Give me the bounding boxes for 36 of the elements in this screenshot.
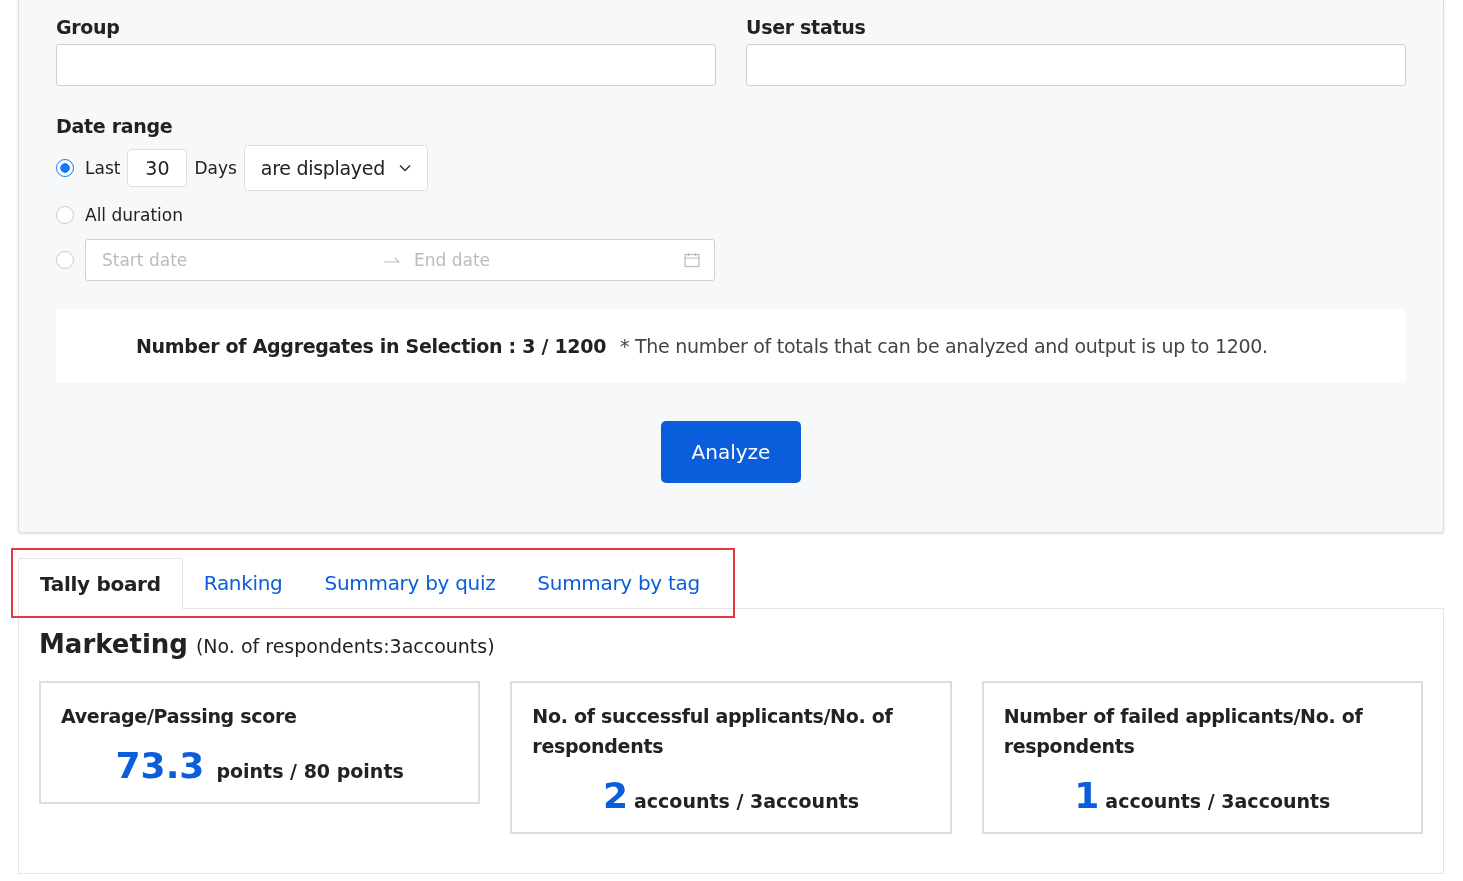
tab[interactable]: Ranking <box>182 558 304 608</box>
start-date-field[interactable]: Start date <box>100 249 372 271</box>
stat-value: 2 <box>602 775 628 816</box>
stat-value: 73.3 <box>115 745 205 786</box>
radio-label: Last <box>85 157 121 180</box>
aggregate-count: Number of Aggregates in Selection : 3 / 1200 <box>136 335 607 357</box>
stat-unit: points / 80 points <box>216 760 404 782</box>
calendar-icon <box>684 252 700 268</box>
chevron-down-icon <box>398 164 411 172</box>
number-field[interactable]: 30 <box>127 149 188 187</box>
section-subtitle: (No. of respondents:3accounts) <box>195 635 495 657</box>
tab[interactable]: Summary by quiz <box>303 558 517 608</box>
display-dropdown[interactable]: are displayed <box>243 145 428 191</box>
input-field[interactable] <box>56 44 716 86</box>
analyze-button[interactable]: Analyze <box>661 421 801 483</box>
aggregate-note: * The number of totals that can be analyzed and output is up to 1200. <box>620 335 1268 357</box>
field-label: User status <box>746 16 867 38</box>
field-label: Date range <box>56 115 174 137</box>
card-title: Average/Passing score <box>61 704 298 729</box>
tab[interactable]: Summary by tag <box>516 558 721 608</box>
card-title: Number of failed applicants/No. of respondents <box>1003 704 1364 759</box>
field-label: Group <box>56 16 121 38</box>
radio-label: All duration <box>85 204 183 227</box>
radio-button[interactable] <box>56 251 74 269</box>
stat-value: 1 <box>1074 775 1100 816</box>
unit-label: Days <box>194 157 237 180</box>
radio-button[interactable] <box>56 159 74 177</box>
date-range-field[interactable]: Start date End date <box>85 239 715 281</box>
radio-button[interactable] <box>56 206 74 224</box>
stat-unit: accounts / 3accounts <box>1105 790 1331 812</box>
end-date-field[interactable]: End date <box>412 249 684 271</box>
card-title: No. of successful applicants/No. of respondents <box>532 704 894 759</box>
stat-unit: accounts / 3accounts <box>634 790 860 812</box>
tab[interactable]: Tally board <box>18 558 183 609</box>
section-title: Marketing <box>39 629 188 659</box>
input-field[interactable] <box>746 44 1406 86</box>
